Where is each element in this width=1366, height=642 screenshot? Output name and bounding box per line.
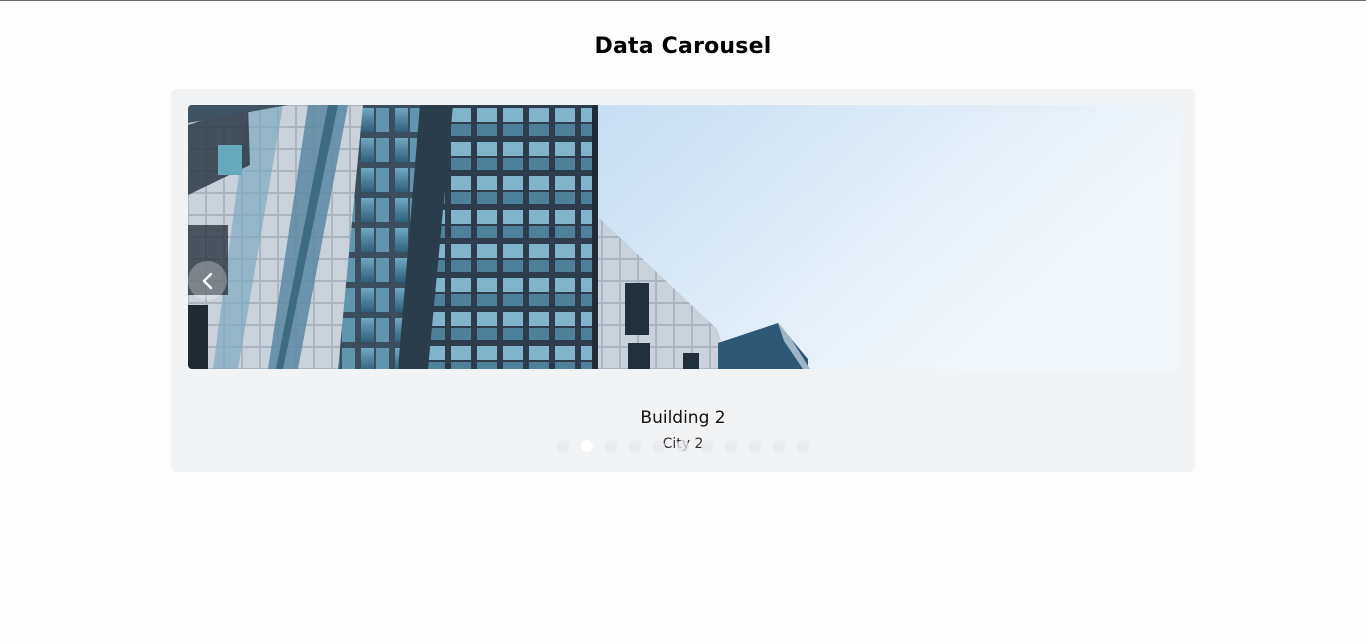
carousel: Building 2 City 2: [171, 89, 1195, 472]
page-title: Data Carousel: [594, 34, 772, 59]
prev-slide-button[interactable]: [188, 261, 227, 300]
slide-indicator-dot[interactable]: [629, 440, 641, 452]
slide-indicator-dot[interactable]: [797, 440, 809, 452]
slide-indicator-dot[interactable]: [773, 440, 785, 452]
top-border: [0, 0, 1366, 1]
building-photo: [188, 105, 1180, 369]
slide-title: Building 2: [640, 408, 726, 428]
slide-indicator-dot[interactable]: [653, 440, 665, 452]
slide-indicator-dot[interactable]: [725, 440, 737, 452]
slide-indicator-dot[interactable]: [581, 440, 593, 452]
slide-indicators: [557, 440, 809, 452]
slide-viewport: [188, 105, 1180, 369]
slide-indicator-dot[interactable]: [677, 440, 689, 452]
slide-indicator-dot[interactable]: [557, 440, 569, 452]
slide-indicator-dot[interactable]: [701, 440, 713, 452]
chevron-left-icon: [202, 272, 212, 289]
slide-indicator-dot[interactable]: [605, 440, 617, 452]
slide-indicator-dot[interactable]: [749, 440, 761, 452]
